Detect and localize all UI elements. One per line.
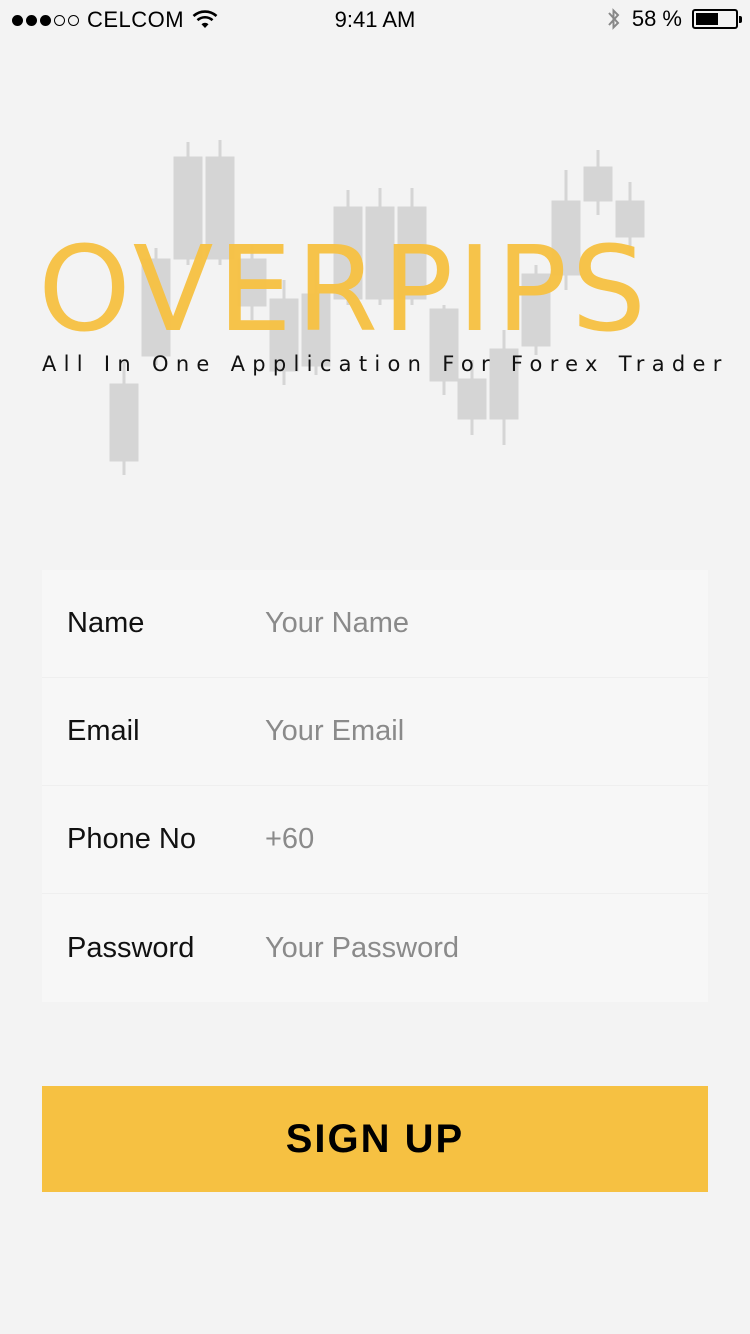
phone-label: Phone No [67, 823, 196, 855]
battery-level [696, 13, 719, 25]
password-row: Password [42, 894, 708, 1002]
email-input[interactable] [240, 701, 708, 762]
email-row: Email [42, 678, 708, 786]
signup-button[interactable]: SIGN UP [42, 1086, 708, 1192]
status-bar: CELCOM 9:41 AM 58 % [0, 0, 750, 40]
name-label: Name [67, 607, 145, 639]
password-input[interactable] [240, 918, 708, 978]
app-logo-title: OVERPIPS [38, 220, 651, 358]
name-row: Name [42, 570, 708, 678]
bluetooth-icon [608, 8, 620, 30]
email-label: Email [67, 715, 140, 747]
status-right: 58 % [606, 6, 742, 32]
signup-form: Name Email Phone No Password [42, 570, 708, 1002]
phone-row: Phone No [42, 786, 708, 894]
battery-percent: 58 % [631, 6, 682, 31]
name-input[interactable] [240, 593, 708, 654]
battery-icon [692, 9, 742, 29]
app-tagline: All In One Application For Forex Trader [42, 352, 729, 376]
phone-input[interactable] [240, 809, 708, 870]
password-label: Password [67, 931, 195, 964]
logo: OVERPIPS All In One Application For Fore… [0, 130, 750, 490]
